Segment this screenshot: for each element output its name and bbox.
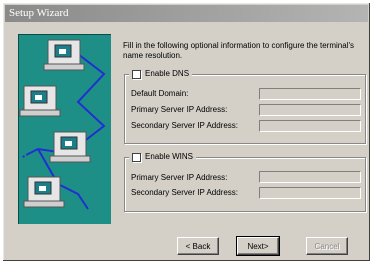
back-button[interactable]: < Back — [177, 237, 219, 255]
wins-secondary-server-field[interactable] — [259, 187, 361, 199]
cancel-button[interactable]: Cancel — [306, 237, 348, 255]
enable-wins-label: Enable WINS — [145, 152, 194, 161]
next-button[interactable]: Next> — [236, 236, 280, 256]
enable-dns-toggle[interactable]: Enable DNS — [129, 69, 193, 79]
intro-text: Fill in the following optional informati… — [123, 41, 354, 60]
title-bar[interactable]: Setup Wizard — [5, 5, 368, 22]
enable-dns-checkbox[interactable] — [132, 69, 141, 79]
computer-icon — [43, 39, 85, 71]
network-illustration — [18, 34, 111, 224]
computer-icon — [23, 176, 65, 208]
dns-primary-server-field[interactable] — [259, 104, 361, 116]
enable-wins-checkbox[interactable] — [132, 152, 141, 162]
wins-secondary-server-label: Secondary Server IP Address: — [131, 188, 239, 197]
wins-primary-server-field[interactable] — [259, 171, 361, 183]
default-domain-label: Default Domain: — [131, 89, 189, 98]
wins-primary-server-label: Primary Server IP Address: — [131, 173, 228, 182]
dns-group: Enable DNS Default Domain: Primary Serve… — [124, 69, 366, 144]
wins-group: Enable WINS Primary Server IP Address: S… — [124, 152, 366, 212]
setup-wizard-dialog: Setup Wizard Fill in the following optio… — [3, 3, 370, 261]
enable-dns-label: Enable DNS — [145, 69, 190, 78]
dns-primary-server-label: Primary Server IP Address: — [131, 105, 228, 114]
dns-secondary-server-label: Secondary Server IP Address: — [131, 121, 239, 130]
computer-icon — [19, 85, 61, 117]
default-domain-field[interactable] — [259, 88, 361, 100]
computer-icon — [49, 131, 91, 163]
enable-wins-toggle[interactable]: Enable WINS — [129, 152, 197, 162]
dns-secondary-server-field[interactable] — [259, 120, 361, 132]
network-computers-icon — [19, 39, 106, 210]
